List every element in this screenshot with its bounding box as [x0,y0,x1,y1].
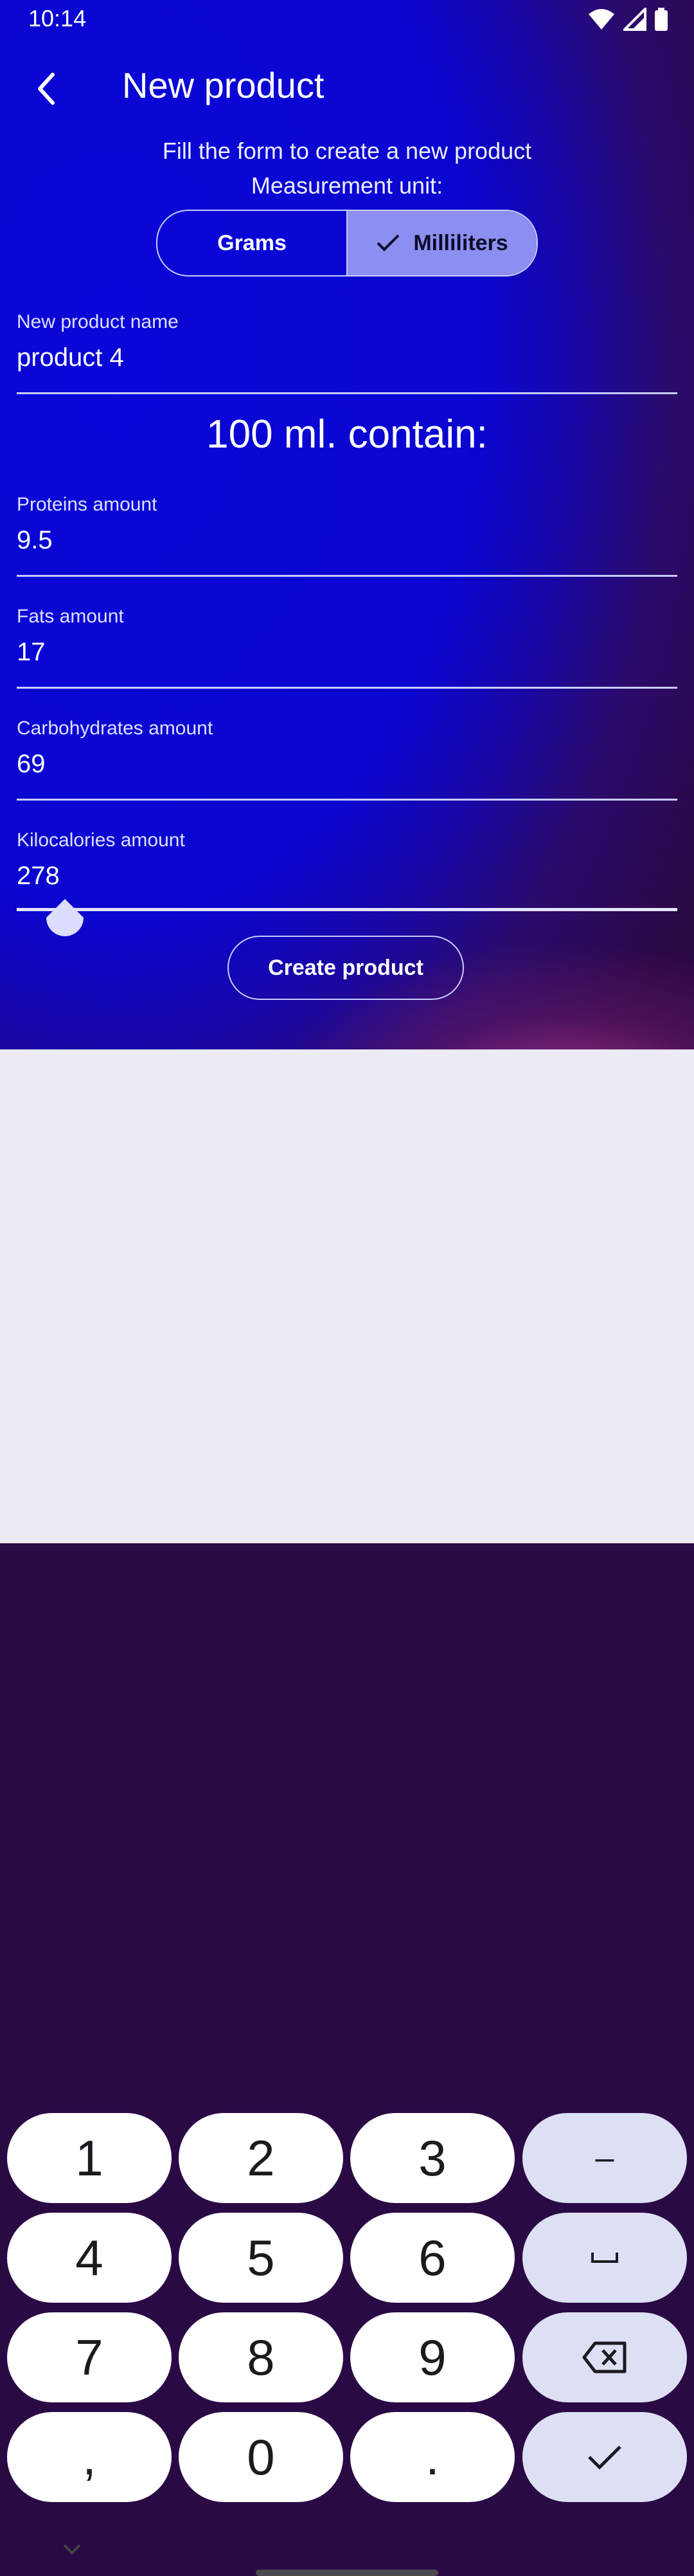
carbohydrates-underline [17,799,677,801]
unit-segmented-button: Grams Milliliters [156,210,538,277]
cellular-signal-icon [623,8,646,31]
status-time: 10:14 [28,5,87,32]
measurement-unit-label: Measurement unit: [251,172,443,199]
key-0[interactable]: 0 [179,2412,343,2502]
key-6[interactable]: 6 [350,2213,515,2303]
arrow-back-icon [38,73,55,105]
contain-heading: 100 ml. contain: [206,412,488,457]
key-done[interactable] [522,2412,687,2502]
product-name-underline [17,392,677,394]
key-3[interactable]: 3 [350,2113,515,2203]
app-screen: 10:14 New product Fill the form to creat… [0,0,694,1049]
text-cursor-handle[interactable] [46,899,84,936]
kilocalories-label: Kilocalories amount [17,830,185,851]
fats-field[interactable]: Fats amount 17 [17,606,677,689]
key-minus[interactable]: – [522,2113,687,2203]
wifi-icon [589,9,614,30]
proteins-underline [17,575,677,577]
back-button[interactable] [23,66,69,112]
key-8[interactable]: 8 [179,2312,343,2402]
kilocalories-value[interactable]: 278 [17,862,677,891]
proteins-field[interactable]: Proteins amount 9.5 [17,494,677,577]
carbohydrates-value[interactable]: 69 [17,750,677,779]
kilocalories-field[interactable]: Kilocalories amount 278 [17,830,677,911]
product-name-value[interactable]: product 4 [17,343,677,372]
check-icon [377,234,400,251]
fats-underline [17,687,677,689]
status-bar: 10:14 [0,0,694,41]
key-1[interactable]: 1 [7,2113,172,2203]
key-7[interactable]: 7 [7,2312,172,2402]
key-5[interactable]: 5 [179,2213,343,2303]
milliliters-option[interactable]: Milliliters [346,211,537,275]
top-app-bar: New product [0,51,694,129]
space-icon [591,2253,618,2263]
carbohydrates-field[interactable]: Carbohydrates amount 69 [17,718,677,801]
key-2[interactable]: 2 [179,2113,343,2203]
key-period[interactable]: . [350,2412,515,2502]
backspace-icon [582,2341,627,2373]
gesture-nav-handle[interactable] [256,2570,438,2576]
key-backspace[interactable] [522,2312,687,2402]
grams-option-label: Grams [217,230,287,255]
key-9[interactable]: 9 [350,2312,515,2402]
kilocalories-underline-focused [17,908,677,911]
key-space[interactable] [522,2213,687,2303]
numeric-keyboard: 1 2 3 – 4 5 6 7 8 9 , 0 . [0,1049,694,2576]
proteins-value[interactable]: 9.5 [17,526,677,555]
milliliters-option-label: Milliliters [413,230,508,255]
key-4[interactable]: 4 [7,2213,172,2303]
page-title: New product [122,65,325,105]
chevron-down-icon[interactable] [58,2535,86,2563]
product-name-field[interactable]: New product name product 4 [17,311,677,394]
fats-label: Fats amount [17,606,124,627]
grams-option[interactable]: Grams [157,211,346,275]
form-hint: Fill the form to create a new product [162,138,532,164]
check-icon [588,2445,621,2470]
carbohydrates-label: Carbohydrates amount [17,718,213,739]
status-icons [587,8,668,31]
proteins-label: Proteins amount [17,494,157,515]
fats-value[interactable]: 17 [17,638,677,667]
battery-icon [655,8,668,31]
key-comma[interactable]: , [7,2412,172,2502]
product-name-label: New product name [17,311,179,332]
create-product-button[interactable]: Create product [227,936,464,1000]
